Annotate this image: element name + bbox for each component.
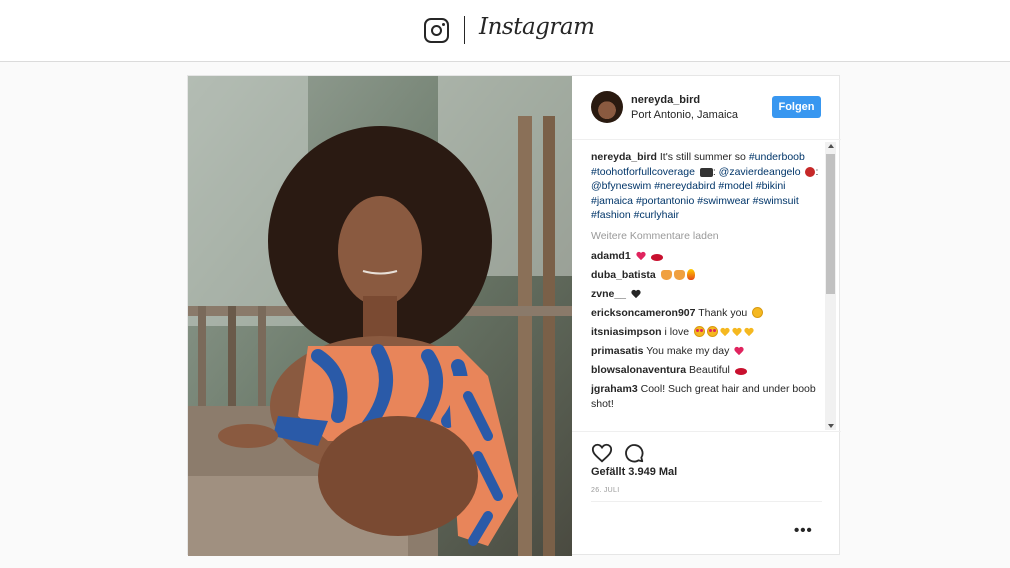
post-card: nereyda_bird Port Antonio, Jamaica Folge… bbox=[187, 75, 841, 556]
yellow-heart-emoji-icon bbox=[720, 328, 730, 337]
scrollbar-thumb[interactable] bbox=[826, 154, 835, 294]
comment-row: ericksoncameron907 Thank you bbox=[591, 306, 823, 321]
comment-username[interactable]: duba_batista bbox=[591, 269, 656, 281]
post-header: nereyda_bird Port Antonio, Jamaica Folge… bbox=[572, 76, 841, 140]
caption: nereyda_bird It's still summer so #under… bbox=[591, 150, 823, 223]
comment-row: duba_batista bbox=[591, 268, 823, 283]
comment-username[interactable]: itsniasimpson bbox=[591, 326, 662, 338]
comment-text: Beautiful bbox=[689, 364, 730, 376]
comment-username[interactable]: adamd1 bbox=[591, 250, 631, 262]
red-heart-emoji-icon bbox=[734, 347, 744, 356]
cat-emoji-icon bbox=[660, 270, 672, 280]
fire-emoji-icon bbox=[686, 269, 695, 280]
comment-username[interactable]: blowsalonaventura bbox=[591, 364, 686, 376]
post-username[interactable]: nereyda_bird bbox=[631, 94, 700, 106]
caption-text: It's still summer so bbox=[656, 151, 749, 163]
camera-emoji-icon bbox=[699, 167, 713, 177]
bikini-emoji-icon bbox=[805, 166, 816, 177]
comment-text: You make my day bbox=[646, 345, 730, 357]
scroll-up-arrow-icon[interactable] bbox=[828, 144, 834, 148]
heart-eyes-emoji-icon bbox=[706, 326, 718, 337]
load-more-comments-link[interactable]: Weitere Kommentare laden bbox=[591, 229, 823, 244]
red-heart-emoji-icon bbox=[636, 252, 646, 261]
caption-username[interactable]: nereyda_bird bbox=[591, 151, 657, 163]
heart-outline-icon[interactable] bbox=[591, 442, 613, 464]
lips-emoji-icon bbox=[734, 368, 747, 375]
caption-separator-2: : bbox=[815, 165, 819, 178]
comment-username[interactable]: zvne__ bbox=[591, 288, 626, 300]
ellipsis-icon[interactable]: ••• bbox=[794, 523, 813, 538]
post-date[interactable]: 26. JULI bbox=[591, 487, 619, 494]
post-sidebar: nereyda_bird Port Antonio, Jamaica Folge… bbox=[572, 76, 841, 556]
comments-list[interactable]: nereyda_bird It's still summer so #under… bbox=[591, 150, 823, 430]
follow-button[interactable]: Folgen bbox=[772, 96, 821, 118]
black-heart-emoji-icon bbox=[631, 290, 641, 299]
speech-bubble-icon[interactable] bbox=[623, 442, 645, 464]
caption-mention-2[interactable]: @bfyneswim bbox=[591, 180, 651, 192]
cat-emoji-icon bbox=[673, 270, 685, 280]
comment-username[interactable]: primasatis bbox=[591, 345, 644, 357]
comment-row: primasatis You make my day bbox=[591, 344, 823, 359]
comment-username[interactable]: ericksoncameron907 bbox=[591, 307, 695, 319]
yellow-heart-emoji-icon bbox=[732, 328, 742, 337]
post-location[interactable]: Port Antonio, Jamaica bbox=[631, 109, 738, 121]
avatar[interactable] bbox=[591, 91, 623, 123]
comment-row: blowsalonaventura Beautiful bbox=[591, 363, 823, 378]
instagram-wordmark[interactable]: Instagram bbox=[479, 14, 595, 40]
comment-row: adamd1 bbox=[591, 249, 823, 264]
smiling-face-emoji-icon bbox=[752, 307, 764, 318]
comment-row: jgraham3 Cool! Such great hair and under… bbox=[591, 382, 823, 411]
comment-row: itsniasimpson i love bbox=[591, 325, 823, 340]
comment-text: Thank you bbox=[698, 307, 748, 319]
logo-divider bbox=[464, 16, 465, 44]
heart-eyes-emoji-icon bbox=[693, 326, 705, 337]
yellow-heart-emoji-icon bbox=[744, 328, 754, 337]
comment-text: i love bbox=[664, 326, 690, 338]
comment-row: zvne__ bbox=[591, 287, 823, 302]
lips-emoji-icon bbox=[650, 254, 663, 261]
comment-username[interactable]: jgraham3 bbox=[591, 383, 638, 395]
likes-count[interactable]: Gefällt 3.949 Mal bbox=[591, 466, 677, 478]
top-navbar: Instagram bbox=[0, 0, 1010, 62]
scroll-down-arrow-icon[interactable] bbox=[828, 424, 834, 428]
comments-scrollbar[interactable] bbox=[825, 142, 836, 430]
divider bbox=[591, 501, 822, 502]
post-actions bbox=[572, 431, 841, 471]
caption-mention[interactable]: @zavierdeangelo bbox=[719, 166, 801, 178]
instagram-camera-icon[interactable] bbox=[424, 18, 449, 43]
post-photo[interactable] bbox=[188, 76, 572, 556]
